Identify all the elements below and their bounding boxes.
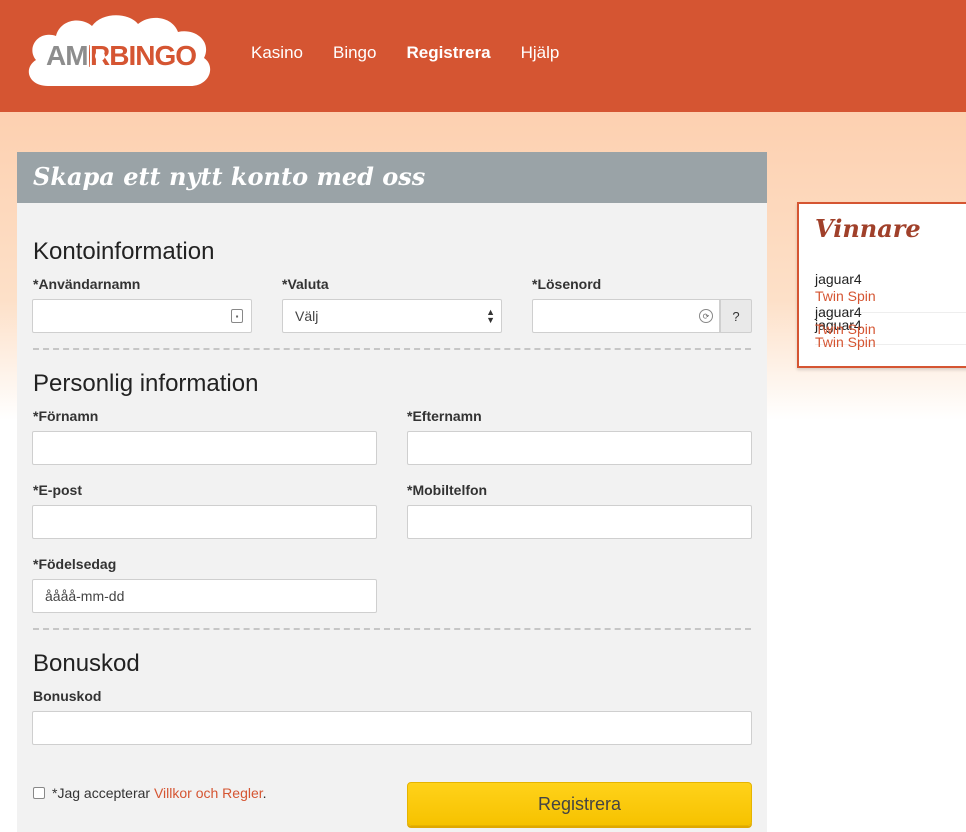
username-label: *Användarnamn <box>33 276 141 292</box>
registration-panel: Skapa ett nytt konto med oss Kontoinform… <box>17 152 767 832</box>
register-button[interactable]: Registrera <box>407 782 752 826</box>
nav-bingo[interactable]: Bingo <box>333 43 376 63</box>
bonus-section-heading: Bonuskod <box>33 650 140 677</box>
logo-amor-text: AM <box>46 40 89 71</box>
email-label: *E-post <box>33 482 82 498</box>
nav-registrera[interactable]: Registrera <box>406 43 490 63</box>
top-navigation-bar: AM RBINGO Kasino Bingo Registrera Hjälp <box>0 0 966 112</box>
accept-terms-text: *Jag accepterar Villkor och Regler. <box>52 785 267 801</box>
terms-link[interactable]: Villkor och Regler <box>154 785 263 801</box>
bonus-code-label: Bonuskod <box>33 688 102 704</box>
last-name-field[interactable] <box>407 431 752 465</box>
mobile-field[interactable] <box>407 505 752 539</box>
accept-terms-suffix: . <box>262 785 267 801</box>
nav-kasino[interactable]: Kasino <box>251 43 303 63</box>
birthday-placeholder: åååå-mm-dd <box>45 588 125 604</box>
email-field[interactable] <box>32 505 377 539</box>
section-divider <box>33 628 751 630</box>
winners-title: Vinnare <box>815 214 921 243</box>
main-nav: Kasino Bingo Registrera Hjälp <box>251 43 589 63</box>
password-help-button[interactable]: ? <box>720 299 752 333</box>
contact-card-icon: ▪ <box>231 309 243 323</box>
currency-selected-value: Välj <box>295 308 319 324</box>
accept-terms-prefix: *Jag accepterar <box>52 785 154 801</box>
winner-game[interactable]: Twin Spin <box>815 334 876 350</box>
first-name-field[interactable] <box>32 431 377 465</box>
password-label: *Lösenord <box>532 276 602 292</box>
mobile-label: *Mobiltelfon <box>407 482 488 498</box>
bonus-code-field[interactable] <box>32 711 752 745</box>
username-field[interactable]: ▪ <box>32 299 252 333</box>
birthday-label: *Födelsedag <box>33 556 117 572</box>
last-name-label: *Efternamn <box>407 408 482 424</box>
panel-title: Skapa ett nytt konto med oss <box>17 152 767 203</box>
winner-user: jaguar4 <box>815 271 862 287</box>
select-arrows-icon: ▲ ▼ <box>486 307 495 325</box>
password-field[interactable]: ⟳ <box>532 299 720 333</box>
personal-section-heading: Personlig information <box>33 370 259 397</box>
accept-terms-checkbox[interactable] <box>33 787 45 799</box>
account-section-heading: Kontoinformation <box>33 238 215 265</box>
winner-game[interactable]: Twin Spin <box>815 288 876 304</box>
first-name-label: *Förnamn <box>33 408 99 424</box>
amorbingo-logo[interactable]: AM RBINGO <box>18 8 218 98</box>
password-generator-icon[interactable]: ⟳ <box>699 309 713 323</box>
logo-bingo-text: RBINGO <box>90 40 197 71</box>
section-divider <box>33 348 751 350</box>
currency-label: *Valuta <box>282 276 329 292</box>
logo-wordmark: AM RBINGO <box>46 36 197 76</box>
winners-widget: Vinnare jaguar4 Twin Spin jaguar4 jaguar… <box>797 202 966 368</box>
birthday-field[interactable]: åååå-mm-dd <box>32 579 377 613</box>
nav-hjalp[interactable]: Hjälp <box>521 43 560 63</box>
currency-select[interactable]: Välj ▲ ▼ <box>282 299 502 333</box>
